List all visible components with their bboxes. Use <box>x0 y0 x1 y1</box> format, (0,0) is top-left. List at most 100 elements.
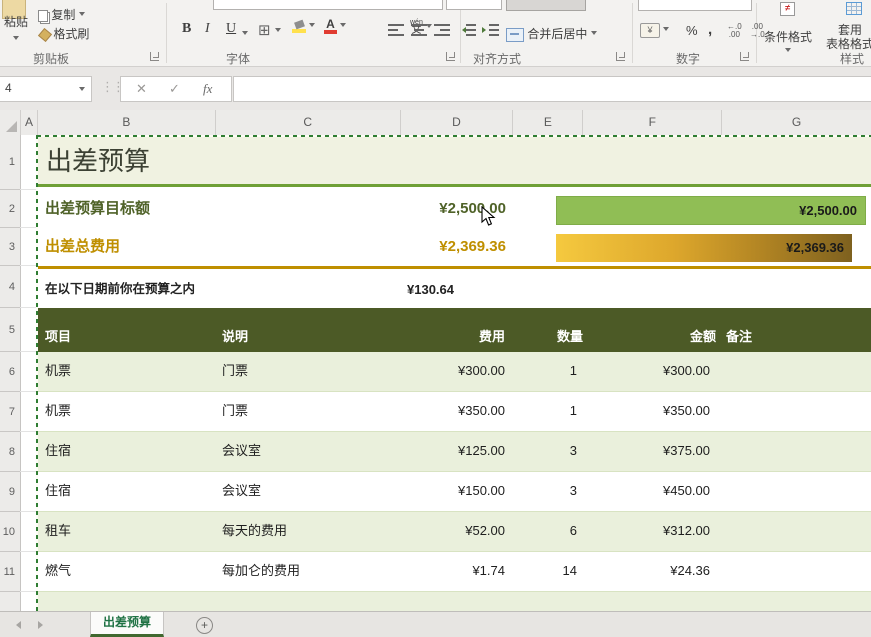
next-sheet-arrow[interactable] <box>38 621 47 629</box>
cell-item[interactable]: 机票 <box>45 352 71 390</box>
copy-button[interactable]: 复制 <box>38 6 85 23</box>
bold-button[interactable]: B <box>182 21 191 37</box>
table-row-partial[interactable] <box>37 592 871 611</box>
cell-desc[interactable]: 门票 <box>222 392 248 430</box>
total-cost-value[interactable]: ¥2,369.36 <box>390 228 506 266</box>
row-header-6[interactable]: 6 <box>0 352 20 392</box>
name-box[interactable]: 4 <box>0 76 92 102</box>
cell-desc[interactable]: 每加仑的费用 <box>222 552 300 590</box>
cell-desc[interactable]: 门票 <box>222 352 248 390</box>
prev-sheet-arrow[interactable] <box>12 621 21 629</box>
table-row[interactable]: 燃气 每加仑的费用 ¥1.74 14 ¥24.36 <box>37 552 871 592</box>
font-color-button[interactable]: A <box>324 19 346 34</box>
row-header-3[interactable]: 3 <box>0 228 20 266</box>
cell-cost[interactable]: ¥150.00 <box>400 472 505 510</box>
font-dialog-launcher[interactable] <box>446 52 455 61</box>
percent-style-button[interactable]: % <box>686 23 698 38</box>
cell-item[interactable]: 燃气 <box>45 552 71 590</box>
align-right-button[interactable] <box>434 24 450 39</box>
column-a-cells[interactable] <box>20 135 37 611</box>
total-cost-bar[interactable]: ¥2,369.36 <box>556 234 852 262</box>
row-header-7[interactable]: 7 <box>0 392 20 432</box>
row-header-9[interactable]: 9 <box>0 472 20 512</box>
column-header-e[interactable]: E <box>513 110 583 135</box>
format-painter-button[interactable]: 格式刷 <box>40 25 89 42</box>
row-header-1[interactable]: 1 <box>0 135 20 190</box>
cancel-button[interactable]: ✕ <box>136 81 147 97</box>
cell-cost[interactable]: ¥52.00 <box>400 512 505 550</box>
row-header-10[interactable]: 10 <box>0 512 20 552</box>
align-left-button[interactable] <box>388 24 404 39</box>
increase-decimal-button[interactable]: ←.0.00 <box>727 23 742 39</box>
cell-qty[interactable]: 3 <box>513 432 577 470</box>
insert-function-button[interactable]: fx <box>203 81 212 97</box>
cell-qty[interactable]: 1 <box>513 392 577 430</box>
cell-cost[interactable]: ¥125.00 <box>400 432 505 470</box>
increase-indent-button[interactable] <box>483 24 499 39</box>
conditional-formatting-dropdown[interactable] <box>785 44 791 58</box>
table-row[interactable]: 租车 每天的费用 ¥52.00 6 ¥312.00 <box>37 512 871 552</box>
column-header-d[interactable]: D <box>401 110 514 135</box>
active-sheet-tab[interactable]: 出差预算 <box>90 612 164 637</box>
number-format-combo[interactable] <box>638 0 752 11</box>
accounting-format-button[interactable]: ¥ <box>640 23 669 38</box>
column-header-g[interactable]: G <box>722 110 871 135</box>
cell-amount[interactable]: ¥375.00 <box>600 432 710 470</box>
cell-item[interactable]: 机票 <box>45 392 71 430</box>
cell-desc[interactable]: 每天的费用 <box>222 512 287 550</box>
decrease-indent-button[interactable] <box>460 24 476 39</box>
cell-amount[interactable]: ¥24.36 <box>600 552 710 590</box>
cell-qty[interactable]: 6 <box>513 512 577 550</box>
clipboard-dialog-launcher[interactable] <box>150 52 159 61</box>
comma-style-button[interactable]: , <box>708 21 712 38</box>
cell-cost[interactable]: ¥350.00 <box>400 392 505 430</box>
format-as-table-button[interactable]: 套用表格格式 <box>824 23 871 51</box>
borders-button[interactable]: ⊞ <box>258 21 281 39</box>
alignment-dialog-launcher[interactable] <box>616 52 625 61</box>
cell-cost[interactable]: ¥1.74 <box>400 552 505 590</box>
table-header-row[interactable]: 项目 说明 费用 数量 金额 备注 <box>37 308 871 352</box>
row-header-8[interactable]: 8 <box>0 432 20 472</box>
cell-desc[interactable]: 会议室 <box>222 432 261 470</box>
font-name-combo[interactable] <box>213 0 443 10</box>
cell-qty[interactable]: 14 <box>513 552 577 590</box>
italic-button[interactable]: I <box>205 21 210 37</box>
remaining-label[interactable]: 在以下日期前你在预算之内 <box>45 271 195 308</box>
paste-button[interactable]: 粘贴 <box>2 13 30 30</box>
table-row[interactable]: 住宿 会议室 ¥150.00 3 ¥450.00 <box>37 472 871 512</box>
align-center-button[interactable] <box>411 24 427 39</box>
fill-color-button[interactable] <box>292 19 315 33</box>
column-header-f[interactable]: F <box>583 110 722 135</box>
merge-center-button[interactable]: 合并后居中 <box>506 25 597 42</box>
font-size-combo[interactable] <box>446 0 502 10</box>
column-header-a[interactable]: A <box>21 110 38 135</box>
column-header-c[interactable]: C <box>216 110 401 135</box>
conditional-formatting-button[interactable]: 条件格式 <box>762 28 814 45</box>
wrap-text-button-partial[interactable] <box>506 0 586 11</box>
paste-dropdown[interactable] <box>13 32 19 46</box>
number-dialog-launcher[interactable] <box>740 52 749 61</box>
cell-cost[interactable]: ¥300.00 <box>400 352 505 390</box>
cell-item[interactable]: 租车 <box>45 512 71 550</box>
select-all-button[interactable] <box>0 110 21 135</box>
cell-qty[interactable]: 3 <box>513 472 577 510</box>
total-cost-label[interactable]: 出差总费用 <box>45 228 120 266</box>
column-header-b[interactable]: B <box>38 110 216 135</box>
cell-desc[interactable]: 会议室 <box>222 472 261 510</box>
cell-amount[interactable]: ¥312.00 <box>600 512 710 550</box>
remaining-value[interactable]: ¥130.64 <box>407 271 454 308</box>
table-row[interactable]: 机票 门票 ¥300.00 1 ¥300.00 <box>37 352 871 392</box>
cell-qty[interactable]: 1 <box>513 352 577 390</box>
row-header-11[interactable]: 11 <box>0 552 20 592</box>
cell-amount[interactable]: ¥300.00 <box>600 352 710 390</box>
table-row[interactable]: 机票 门票 ¥350.00 1 ¥350.00 <box>37 392 871 432</box>
row-header-2[interactable]: 2 <box>0 190 20 228</box>
formula-input[interactable] <box>233 76 871 102</box>
underline-button[interactable]: U <box>226 21 236 37</box>
underline-dropdown[interactable] <box>242 27 248 41</box>
enter-button[interactable]: ✓ <box>169 81 180 97</box>
cell-amount[interactable]: ¥350.00 <box>600 392 710 430</box>
budget-target-label[interactable]: 出差预算目标额 <box>45 190 150 228</box>
row-header-5[interactable]: 5 <box>0 308 20 352</box>
table-row[interactable]: 住宿 会议室 ¥125.00 3 ¥375.00 <box>37 432 871 472</box>
